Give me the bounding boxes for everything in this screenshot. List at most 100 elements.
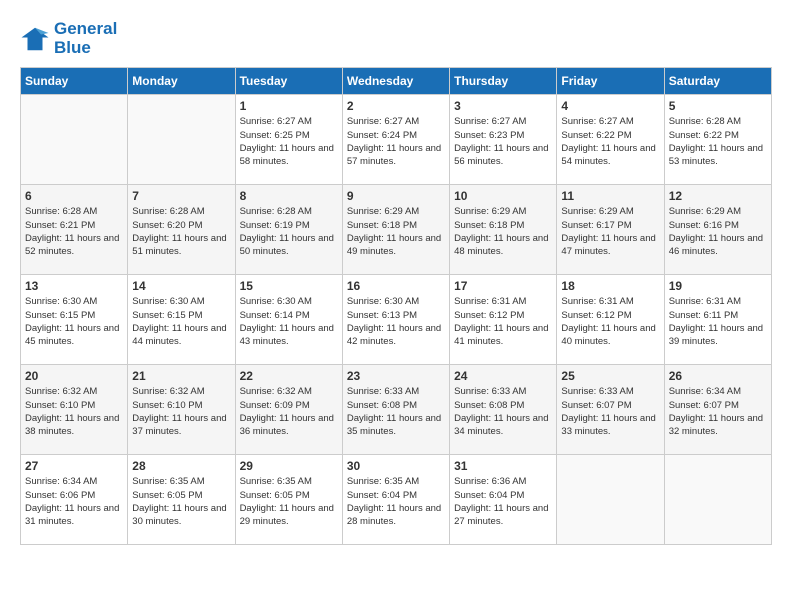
calendar-cell: 15 Sunrise: 6:30 AM Sunset: 6:14 PM Dayl… xyxy=(235,275,342,365)
day-number: 16 xyxy=(347,279,445,293)
day-number: 30 xyxy=(347,459,445,473)
day-number: 23 xyxy=(347,369,445,383)
calendar-cell: 8 Sunrise: 6:28 AM Sunset: 6:19 PM Dayli… xyxy=(235,185,342,275)
calendar-cell: 6 Sunrise: 6:28 AM Sunset: 6:21 PM Dayli… xyxy=(21,185,128,275)
day-number: 10 xyxy=(454,189,552,203)
logo-text: General Blue xyxy=(54,20,117,57)
page-header: General Blue xyxy=(20,20,772,57)
calendar-cell: 27 Sunrise: 6:34 AM Sunset: 6:06 PM Dayl… xyxy=(21,455,128,545)
day-info: Sunrise: 6:32 AM Sunset: 6:09 PM Dayligh… xyxy=(240,385,338,438)
day-number: 19 xyxy=(669,279,767,293)
day-number: 26 xyxy=(669,369,767,383)
day-info: Sunrise: 6:27 AM Sunset: 6:25 PM Dayligh… xyxy=(240,115,338,168)
calendar-cell: 29 Sunrise: 6:35 AM Sunset: 6:05 PM Dayl… xyxy=(235,455,342,545)
day-number: 28 xyxy=(132,459,230,473)
calendar-cell: 30 Sunrise: 6:35 AM Sunset: 6:04 PM Dayl… xyxy=(342,455,449,545)
calendar-cell: 2 Sunrise: 6:27 AM Sunset: 6:24 PM Dayli… xyxy=(342,95,449,185)
calendar-cell: 11 Sunrise: 6:29 AM Sunset: 6:17 PM Dayl… xyxy=(557,185,664,275)
calendar-cell xyxy=(21,95,128,185)
day-number: 14 xyxy=(132,279,230,293)
calendar-cell: 1 Sunrise: 6:27 AM Sunset: 6:25 PM Dayli… xyxy=(235,95,342,185)
day-info: Sunrise: 6:27 AM Sunset: 6:24 PM Dayligh… xyxy=(347,115,445,168)
day-of-week-header: Wednesday xyxy=(342,68,449,95)
day-number: 6 xyxy=(25,189,123,203)
calendar-table: SundayMondayTuesdayWednesdayThursdayFrid… xyxy=(20,67,772,545)
day-info: Sunrise: 6:35 AM Sunset: 6:04 PM Dayligh… xyxy=(347,475,445,528)
calendar-week-row: 20 Sunrise: 6:32 AM Sunset: 6:10 PM Dayl… xyxy=(21,365,772,455)
calendar-cell: 28 Sunrise: 6:35 AM Sunset: 6:05 PM Dayl… xyxy=(128,455,235,545)
day-info: Sunrise: 6:28 AM Sunset: 6:19 PM Dayligh… xyxy=(240,205,338,258)
day-info: Sunrise: 6:35 AM Sunset: 6:05 PM Dayligh… xyxy=(240,475,338,528)
day-number: 20 xyxy=(25,369,123,383)
day-info: Sunrise: 6:31 AM Sunset: 6:11 PM Dayligh… xyxy=(669,295,767,348)
day-of-week-header: Sunday xyxy=(21,68,128,95)
day-number: 17 xyxy=(454,279,552,293)
day-info: Sunrise: 6:32 AM Sunset: 6:10 PM Dayligh… xyxy=(25,385,123,438)
day-info: Sunrise: 6:30 AM Sunset: 6:14 PM Dayligh… xyxy=(240,295,338,348)
day-number: 1 xyxy=(240,99,338,113)
day-of-week-header: Saturday xyxy=(664,68,771,95)
calendar-cell: 9 Sunrise: 6:29 AM Sunset: 6:18 PM Dayli… xyxy=(342,185,449,275)
calendar-cell: 19 Sunrise: 6:31 AM Sunset: 6:11 PM Dayl… xyxy=(664,275,771,365)
day-info: Sunrise: 6:36 AM Sunset: 6:04 PM Dayligh… xyxy=(454,475,552,528)
calendar-cell: 13 Sunrise: 6:30 AM Sunset: 6:15 PM Dayl… xyxy=(21,275,128,365)
calendar-cell: 10 Sunrise: 6:29 AM Sunset: 6:18 PM Dayl… xyxy=(450,185,557,275)
day-of-week-header: Monday xyxy=(128,68,235,95)
calendar-week-row: 27 Sunrise: 6:34 AM Sunset: 6:06 PM Dayl… xyxy=(21,455,772,545)
day-number: 15 xyxy=(240,279,338,293)
day-info: Sunrise: 6:32 AM Sunset: 6:10 PM Dayligh… xyxy=(132,385,230,438)
calendar-cell xyxy=(664,455,771,545)
day-info: Sunrise: 6:31 AM Sunset: 6:12 PM Dayligh… xyxy=(561,295,659,348)
calendar-cell: 21 Sunrise: 6:32 AM Sunset: 6:10 PM Dayl… xyxy=(128,365,235,455)
day-number: 2 xyxy=(347,99,445,113)
calendar-cell: 16 Sunrise: 6:30 AM Sunset: 6:13 PM Dayl… xyxy=(342,275,449,365)
day-info: Sunrise: 6:33 AM Sunset: 6:07 PM Dayligh… xyxy=(561,385,659,438)
day-info: Sunrise: 6:29 AM Sunset: 6:16 PM Dayligh… xyxy=(669,205,767,258)
calendar-week-row: 1 Sunrise: 6:27 AM Sunset: 6:25 PM Dayli… xyxy=(21,95,772,185)
day-of-week-header: Tuesday xyxy=(235,68,342,95)
day-number: 12 xyxy=(669,189,767,203)
day-number: 11 xyxy=(561,189,659,203)
calendar-cell: 12 Sunrise: 6:29 AM Sunset: 6:16 PM Dayl… xyxy=(664,185,771,275)
day-of-week-header: Friday xyxy=(557,68,664,95)
day-info: Sunrise: 6:28 AM Sunset: 6:20 PM Dayligh… xyxy=(132,205,230,258)
day-number: 27 xyxy=(25,459,123,473)
day-info: Sunrise: 6:30 AM Sunset: 6:15 PM Dayligh… xyxy=(25,295,123,348)
day-info: Sunrise: 6:29 AM Sunset: 6:17 PM Dayligh… xyxy=(561,205,659,258)
day-number: 29 xyxy=(240,459,338,473)
day-info: Sunrise: 6:33 AM Sunset: 6:08 PM Dayligh… xyxy=(454,385,552,438)
calendar-cell: 5 Sunrise: 6:28 AM Sunset: 6:22 PM Dayli… xyxy=(664,95,771,185)
day-number: 25 xyxy=(561,369,659,383)
day-info: Sunrise: 6:34 AM Sunset: 6:06 PM Dayligh… xyxy=(25,475,123,528)
day-info: Sunrise: 6:29 AM Sunset: 6:18 PM Dayligh… xyxy=(347,205,445,258)
calendar-cell xyxy=(128,95,235,185)
calendar-cell: 20 Sunrise: 6:32 AM Sunset: 6:10 PM Dayl… xyxy=(21,365,128,455)
day-info: Sunrise: 6:30 AM Sunset: 6:13 PM Dayligh… xyxy=(347,295,445,348)
calendar-cell xyxy=(557,455,664,545)
day-number: 8 xyxy=(240,189,338,203)
day-number: 3 xyxy=(454,99,552,113)
day-info: Sunrise: 6:27 AM Sunset: 6:23 PM Dayligh… xyxy=(454,115,552,168)
calendar-cell: 31 Sunrise: 6:36 AM Sunset: 6:04 PM Dayl… xyxy=(450,455,557,545)
day-info: Sunrise: 6:28 AM Sunset: 6:21 PM Dayligh… xyxy=(25,205,123,258)
calendar-header-row: SundayMondayTuesdayWednesdayThursdayFrid… xyxy=(21,68,772,95)
logo-icon xyxy=(20,24,50,54)
calendar-cell: 24 Sunrise: 6:33 AM Sunset: 6:08 PM Dayl… xyxy=(450,365,557,455)
calendar-week-row: 13 Sunrise: 6:30 AM Sunset: 6:15 PM Dayl… xyxy=(21,275,772,365)
day-info: Sunrise: 6:35 AM Sunset: 6:05 PM Dayligh… xyxy=(132,475,230,528)
day-info: Sunrise: 6:28 AM Sunset: 6:22 PM Dayligh… xyxy=(669,115,767,168)
day-of-week-header: Thursday xyxy=(450,68,557,95)
day-info: Sunrise: 6:33 AM Sunset: 6:08 PM Dayligh… xyxy=(347,385,445,438)
calendar-cell: 26 Sunrise: 6:34 AM Sunset: 6:07 PM Dayl… xyxy=(664,365,771,455)
day-info: Sunrise: 6:29 AM Sunset: 6:18 PM Dayligh… xyxy=(454,205,552,258)
day-info: Sunrise: 6:27 AM Sunset: 6:22 PM Dayligh… xyxy=(561,115,659,168)
calendar-cell: 17 Sunrise: 6:31 AM Sunset: 6:12 PM Dayl… xyxy=(450,275,557,365)
day-info: Sunrise: 6:34 AM Sunset: 6:07 PM Dayligh… xyxy=(669,385,767,438)
day-number: 24 xyxy=(454,369,552,383)
day-number: 7 xyxy=(132,189,230,203)
calendar-cell: 18 Sunrise: 6:31 AM Sunset: 6:12 PM Dayl… xyxy=(557,275,664,365)
day-number: 31 xyxy=(454,459,552,473)
day-info: Sunrise: 6:30 AM Sunset: 6:15 PM Dayligh… xyxy=(132,295,230,348)
calendar-cell: 3 Sunrise: 6:27 AM Sunset: 6:23 PM Dayli… xyxy=(450,95,557,185)
calendar-cell: 14 Sunrise: 6:30 AM Sunset: 6:15 PM Dayl… xyxy=(128,275,235,365)
